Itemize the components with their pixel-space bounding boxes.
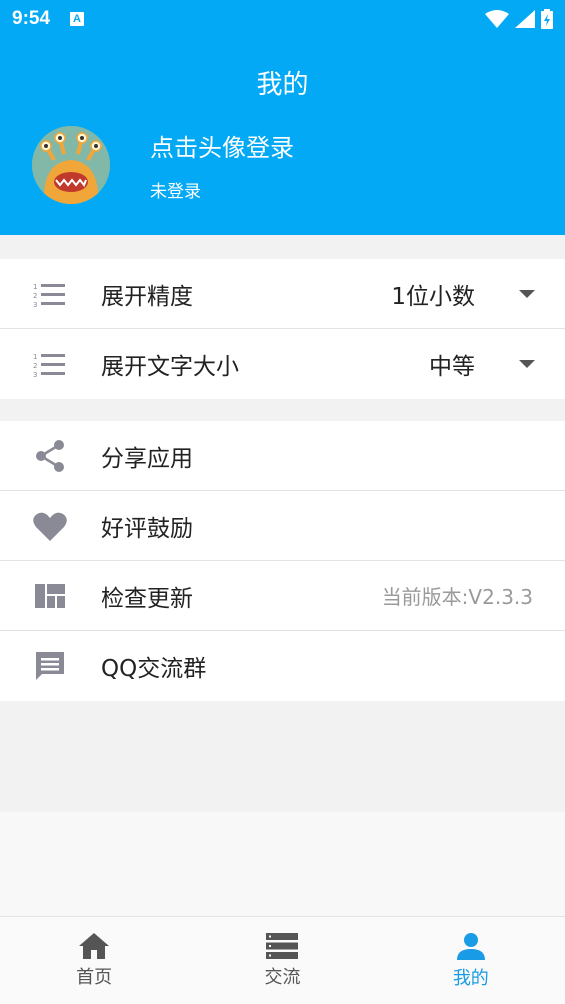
list-icon (266, 932, 299, 959)
avatar[interactable] (32, 126, 110, 204)
rate-app-label: 好评鼓励 (101, 515, 193, 542)
nav-mine-label: 我的 (452, 967, 489, 989)
dropdown-arrow-icon[interactable] (519, 289, 535, 298)
text-size-setting-row[interactable]: 123 展开文字大小 中等 (0, 329, 565, 399)
status-indicators (485, 9, 553, 29)
chat-icon (33, 649, 67, 683)
status-bar: 9:54 A (0, 0, 565, 38)
empty-area (0, 812, 565, 916)
text-size-value[interactable]: 中等 (429, 347, 475, 381)
status-time: 9:54 (12, 8, 51, 29)
check-update-row[interactable]: 检查更新 当前版本:V2.3.3 (0, 561, 565, 631)
nav-community[interactable]: 交流 (188, 917, 376, 1004)
svg-text:1: 1 (33, 353, 37, 361)
text-size-label: 展开文字大小 (101, 354, 239, 380)
svg-text:1: 1 (33, 283, 37, 291)
settings-group: 123 展开精度 1位小数 123 展开文字大小 中等 (0, 259, 565, 399)
monster-avatar-icon (32, 126, 110, 204)
login-status: 未登录 (150, 182, 201, 202)
signal-icon (515, 10, 535, 28)
bottom-navigation: 首页 交流 我的 (0, 916, 565, 1004)
login-prompt[interactable]: 点击头像登录 (150, 128, 294, 163)
list-numbered-icon: 123 (33, 347, 67, 381)
precision-value[interactable]: 1位小数 (391, 277, 475, 311)
share-app-row[interactable]: 分享应用 (0, 421, 565, 491)
dashboard-icon (33, 579, 67, 613)
precision-setting-row[interactable]: 123 展开精度 1位小数 (0, 259, 565, 329)
share-icon (33, 439, 67, 473)
battery-icon (541, 9, 553, 29)
dropdown-arrow-icon[interactable] (519, 360, 535, 368)
precision-label: 展开精度 (101, 283, 193, 310)
check-update-label: 检查更新 (101, 585, 193, 612)
svg-text:3: 3 (33, 371, 37, 377)
rate-app-row[interactable]: 好评鼓励 (0, 491, 565, 561)
notification-a-icon: A (70, 12, 85, 26)
actions-group: 分享应用 好评鼓励 检查更新 当前版本:V2.3.3 QQ交流群 (0, 421, 565, 701)
qq-group-label: QQ交流群 (101, 656, 207, 682)
home-icon (79, 932, 110, 959)
qq-group-row[interactable]: QQ交流群 (0, 631, 565, 701)
person-icon (456, 932, 485, 960)
profile-header: 9:54 A 我的 点击头像登录 未登录 (0, 0, 565, 235)
page-title: 我的 (256, 70, 309, 100)
nav-mine[interactable]: 我的 (377, 917, 565, 1004)
svg-text:2: 2 (33, 292, 37, 300)
nav-home[interactable]: 首页 (0, 917, 188, 1004)
svg-text:2: 2 (33, 362, 37, 370)
heart-icon (33, 509, 67, 543)
version-text: 当前版本:V2.3.3 (381, 585, 533, 609)
list-numbered-icon: 123 (33, 277, 67, 311)
wifi-icon (485, 10, 509, 28)
nav-community-label: 交流 (264, 966, 301, 988)
share-app-label: 分享应用 (101, 445, 193, 472)
svg-text:3: 3 (33, 301, 37, 307)
nav-home-label: 首页 (76, 966, 113, 988)
